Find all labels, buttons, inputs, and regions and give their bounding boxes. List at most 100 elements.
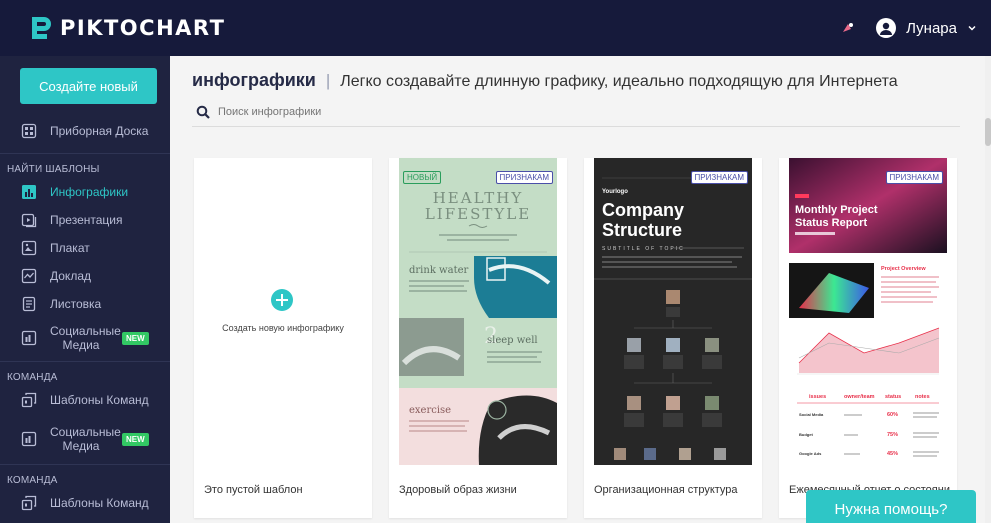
thumb-title-1: Company <box>602 200 684 220</box>
user-name[interactable]: Лунара <box>906 20 957 37</box>
new-badge: НОВЫЙ <box>403 171 442 184</box>
infographic-icon <box>22 185 36 199</box>
search-icon <box>196 105 210 119</box>
template-thumbnail: Yourlogo Company Structure SUBTITLE OF T… <box>594 158 752 465</box>
notification-icon[interactable] <box>840 20 856 36</box>
thumb-section-2: sleep well <box>487 335 538 346</box>
piktochart-logo-icon <box>32 17 51 39</box>
thumb-overview: Project Overview <box>881 266 926 272</box>
thumb-title-2: Structure <box>602 220 682 240</box>
sidebar-item-label: Шаблоны Команд <box>50 496 149 510</box>
sidebar-item-presentation[interactable]: Презентация <box>0 206 170 234</box>
featured-badge: ПРИЗНАКАМ <box>885 171 943 184</box>
table-row-status: 60% <box>887 412 898 418</box>
sidebar-item-label: Презентация <box>50 213 123 227</box>
table-row-status: 75% <box>887 432 898 438</box>
search-input[interactable] <box>218 106 518 118</box>
thumb-title-2: LIFESTYLE <box>425 205 531 223</box>
user-area: Лунара <box>840 0 977 56</box>
help-button[interactable]: Нужна помощь? <box>806 490 976 523</box>
sidebar-item-report[interactable]: Доклад <box>0 262 170 290</box>
sidebar: Создайте новый Приборная Доска НАЙТИ ШАБ… <box>0 56 170 523</box>
add-icon[interactable] <box>271 289 293 311</box>
create-new-button[interactable]: Создайте новый <box>20 68 157 104</box>
heading-separator: | <box>325 71 331 90</box>
featured-badge: ПРИЗНАКАМ <box>690 171 748 184</box>
template-card-label: Организационная структура <box>594 484 738 496</box>
section-team: КОМАНДА <box>7 372 58 383</box>
team-templates-icon <box>21 392 37 408</box>
sidebar-item-label: Доклад <box>50 269 91 283</box>
table-row-status: 45% <box>887 451 898 457</box>
flyer-icon <box>22 296 36 312</box>
search-bar <box>196 105 518 119</box>
table-header-issues: issues <box>809 394 826 400</box>
social-media-icon <box>21 330 37 346</box>
social-media-icon <box>21 431 37 447</box>
sidebar-item-flyer[interactable]: Листовка <box>0 290 170 318</box>
table-row-issue: Social Media <box>799 412 824 417</box>
divider <box>0 464 170 465</box>
org-structure-preview: Yourlogo Company Structure SUBTITLE OF T… <box>594 158 752 465</box>
template-card-blank[interactable]: Создать новую инфографику Это пустой шаб… <box>194 158 372 518</box>
sidebar-item-infographics[interactable]: Инфографики <box>0 178 170 206</box>
report-icon <box>21 268 37 284</box>
sidebar-item-team-templates[interactable]: Шаблоны Команд <box>0 386 170 414</box>
featured-badge: ПРИЗНАКАМ <box>495 171 553 184</box>
thumb-section-1: drink water <box>409 265 469 276</box>
page-subtitle: Легко создавайте длинную графику, идеаль… <box>340 73 898 90</box>
divider <box>0 361 170 362</box>
main-content: инфографики | Легко создавайте длинную г… <box>170 56 985 523</box>
page-title: инфографики <box>192 70 316 90</box>
section-team: КОМАНДА <box>7 475 58 486</box>
top-bar: PIKTOCHART Лунара <box>0 0 991 56</box>
thumb-title-2: Status Report <box>795 217 867 229</box>
search-underline <box>192 126 960 127</box>
sidebar-item-label: Инфографики <box>50 185 129 199</box>
presentation-icon <box>21 213 37 228</box>
thumb-subtitle: SUBTITLE OF TOPIC <box>602 246 685 252</box>
create-new-infographic-text: Создать новую инфографику <box>222 323 344 333</box>
scrollbar[interactable] <box>985 56 991 523</box>
sidebar-item-team-templates[interactable]: Шаблоны Команд <box>0 489 170 517</box>
sidebar-item-label: Шаблоны Команд <box>50 393 149 407</box>
team-templates-icon <box>21 495 37 511</box>
template-card-label: Здоровый образ жизни <box>399 484 517 496</box>
template-card-org-structure[interactable]: Yourlogo Company Structure SUBTITLE OF T… <box>584 158 762 518</box>
table-header-notes: notes <box>915 394 930 400</box>
healthy-lifestyle-preview: HEALTHY LIFESTYLE drink water 2 sleep we… <box>399 158 557 465</box>
sidebar-item-dashboard[interactable]: Приборная Доска <box>0 117 170 145</box>
user-icon <box>880 22 893 35</box>
sidebar-item-label: Социальные Медиа <box>50 425 121 453</box>
table-row-issue: Budget <box>799 432 813 437</box>
monthly-report-preview: Monthly Project Status Report Project Ov… <box>789 158 947 457</box>
table-header-status: status <box>885 394 901 400</box>
sidebar-item-label: Социальные Медиа <box>50 324 121 352</box>
poster-icon <box>21 240 37 256</box>
page-heading: инфографики | Легко создавайте длинную г… <box>192 70 898 91</box>
sidebar-item-social-media[interactable]: Социальные Медиа NEW <box>0 321 170 355</box>
logo-text: PIKTOCHART <box>60 16 226 40</box>
table-row-issue: Google Ads <box>799 451 822 456</box>
scrollbar-thumb[interactable] <box>985 118 991 146</box>
sidebar-item-team-social-media[interactable]: Социальные Медиа NEW <box>0 422 170 456</box>
new-badge: NEW <box>122 432 149 446</box>
template-thumbnail: Monthly Project Status Report Project Ov… <box>789 158 947 465</box>
thumb-logo: Yourlogo <box>602 189 628 195</box>
logo[interactable]: PIKTOCHART <box>28 15 225 41</box>
divider <box>0 153 170 154</box>
chevron-down-icon[interactable] <box>967 23 977 33</box>
dashboard-icon <box>21 123 37 139</box>
thumb-section-3: exercise <box>409 405 451 416</box>
table-header-owner: owner/team <box>844 394 875 400</box>
section-find-templates: НАЙТИ ШАБЛОНЫ <box>7 164 100 175</box>
template-card-healthy-lifestyle[interactable]: HEALTHY LIFESTYLE drink water 2 sleep we… <box>389 158 567 518</box>
sidebar-item-label: Листовка <box>50 297 102 311</box>
sidebar-item-label: Приборная Доска <box>50 124 149 138</box>
avatar[interactable] <box>876 18 897 38</box>
template-thumbnail: HEALTHY LIFESTYLE drink water 2 sleep we… <box>399 158 557 465</box>
new-badge: NEW <box>122 331 149 345</box>
thumb-title-1: Monthly Project <box>795 204 878 216</box>
template-card-monthly-report[interactable]: Monthly Project Status Report Project Ov… <box>779 158 957 518</box>
sidebar-item-poster[interactable]: Плакат <box>0 234 170 262</box>
